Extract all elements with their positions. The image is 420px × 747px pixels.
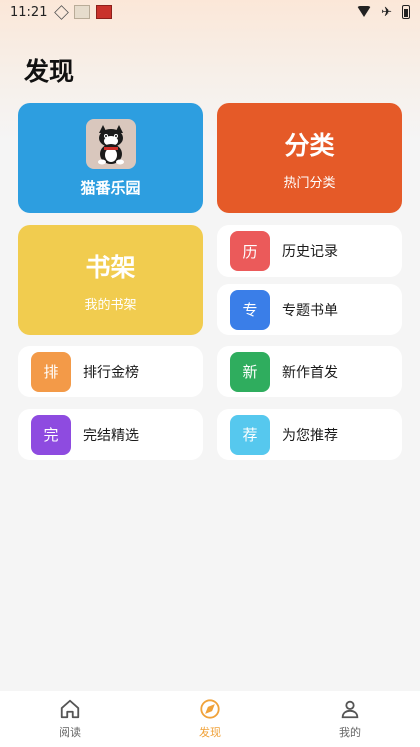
battery-icon [402,5,410,19]
history-label: 历史记录 [282,244,338,260]
home-icon [60,699,80,719]
person-icon [341,700,359,719]
topic-badge-icon: 专 [230,289,270,330]
category-title: 分类 [284,130,335,160]
wifi-icon [357,6,372,18]
topic-list-label: 专题书单 [282,302,338,319]
status-bar: 11:21 ✈ [0,0,420,24]
app-notification-icon [96,5,113,19]
recommend-card[interactable]: 荐 为您推荐 [217,409,402,460]
completed-label: 完结精选 [83,427,139,444]
compass-icon [200,699,220,719]
recommend-label: 为您推荐 [282,427,338,444]
airplane-mode-icon: ✈ [381,4,392,20]
nav-discover-label: 发现 [199,726,221,739]
page-title: 发现 [24,57,75,86]
nav-read-label: 阅读 [59,726,81,739]
bottom-nav: 阅读 发现 我的 [0,691,420,747]
nav-mine-label: 我的 [339,726,361,739]
bookshelf-title: 书架 [85,252,136,282]
topic-list-card[interactable]: 专 专题书单 [217,284,402,335]
nav-mine[interactable]: 我的 [310,698,390,740]
history-badge-icon: 历 [230,231,270,271]
cat-park-label: 猫番乐园 [80,178,141,197]
new-release-label: 新作首发 [282,364,338,381]
cat-mascot-icon [85,118,136,169]
status-time: 11:21 [10,4,48,20]
cube-icon [54,4,70,20]
category-subtitle: 热门分类 [283,175,336,191]
ranking-label: 排行金榜 [83,364,139,381]
ranking-card[interactable]: 排 排行金榜 [18,346,203,397]
nav-discover[interactable]: 发现 [170,698,250,740]
bookshelf-subtitle: 我的书架 [84,297,137,313]
image-notification-icon [74,5,91,19]
cat-park-card[interactable]: 猫番乐园 [18,103,203,213]
bookshelf-card[interactable]: 书架 我的书架 [18,225,203,335]
completed-badge-icon: 完 [31,414,71,455]
completed-card[interactable]: 完 完结精选 [18,409,203,460]
new-release-badge-icon: 新 [230,351,270,392]
category-card[interactable]: 分类 热门分类 [217,103,402,213]
ranking-badge-icon: 排 [31,351,71,392]
new-release-card[interactable]: 新 新作首发 [217,346,402,397]
history-card[interactable]: 历 历史记录 [217,225,402,277]
nav-read[interactable]: 阅读 [30,698,110,740]
recommend-badge-icon: 荐 [230,414,270,455]
